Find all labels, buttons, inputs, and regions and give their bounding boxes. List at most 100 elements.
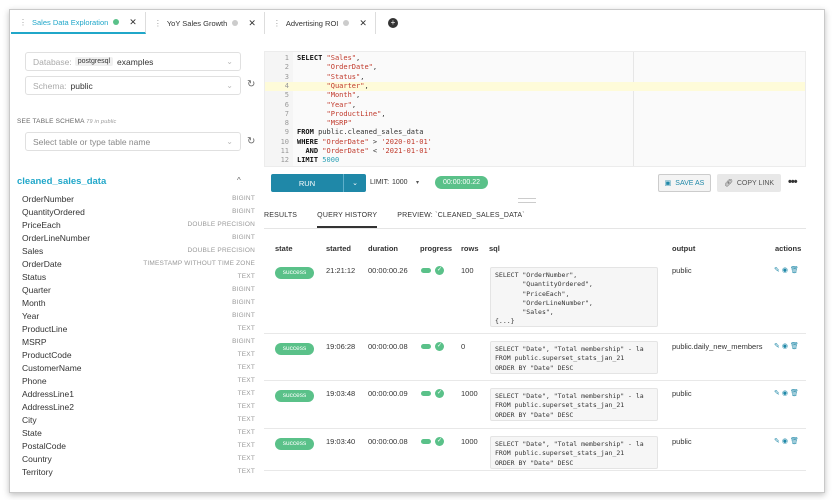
column-type: BIGINT	[232, 312, 255, 319]
progress-indicator: ✓	[421, 266, 444, 275]
code-token: ,	[356, 91, 361, 100]
code-token: WHERE	[297, 137, 323, 146]
column-name: Month	[22, 297, 46, 308]
sql-editor[interactable]: 1 SELECT "Sales", 2 "OrderDate", 3 "Status"…	[264, 51, 806, 167]
table-placeholder: Select table or type table name	[33, 136, 151, 147]
refresh-schema-icon[interactable]: ↻	[247, 79, 255, 90]
column-row: Month BIGINT	[17, 296, 255, 309]
chevron-down-icon: ⌄	[226, 81, 233, 90]
column-type: DOUBLE PRECISION	[187, 221, 255, 228]
edit-icon[interactable]: ✎	[774, 437, 780, 445]
header-state: state	[275, 244, 293, 253]
line-number: 2	[284, 63, 289, 72]
code-token: LIMIT	[297, 156, 323, 165]
open-icon[interactable]: ◉	[782, 266, 788, 274]
edit-icon[interactable]: ✎	[774, 266, 780, 274]
table-name[interactable]: cleaned_sales_data	[17, 176, 106, 187]
limit-dropdown-icon[interactable]: ▾	[416, 179, 419, 186]
open-icon[interactable]: ◉	[782, 342, 788, 350]
delete-icon[interactable]: 🗑︎	[790, 389, 799, 397]
column-name: OrderDate	[22, 258, 62, 269]
tab-query-history[interactable]: QUERY HISTORY	[317, 207, 378, 228]
close-icon[interactable]: ✕	[359, 18, 367, 29]
column-type: BIGINT	[232, 195, 255, 202]
link-icon: 🔗︎	[723, 180, 733, 187]
column-row: Quarter BIGINT	[17, 283, 255, 296]
code-token: AND	[305, 147, 323, 155]
chevron-down-icon[interactable]: ⌄	[344, 179, 366, 187]
database-engine-badge: postgresql	[74, 57, 114, 66]
edit-icon[interactable]: ✎	[774, 342, 780, 350]
progress-bar	[421, 344, 431, 349]
output-table[interactable]: public	[672, 266, 692, 275]
tab-preview[interactable]: PREVIEW: `CLEANED_SALES_DATA`	[397, 207, 525, 228]
sql-snippet[interactable]: SELECT "Date", "Total membership" - la F…	[490, 436, 658, 469]
save-as-button[interactable]: ▣ SAVE AS	[658, 174, 711, 192]
code-token: ,	[381, 109, 386, 118]
row-count: 1000	[461, 437, 478, 446]
started-time: 19:03:48	[326, 389, 356, 398]
query-tab-sales-data-exploration[interactable]: ⋮ Sales Data Exploration ✕	[11, 12, 146, 34]
tab-results[interactable]: RESULTS	[264, 207, 297, 228]
row-actions: ✎ ◉ 🗑︎	[774, 437, 799, 445]
code-line: 3 "Status",	[265, 73, 805, 82]
output-table[interactable]: public	[672, 437, 692, 446]
code-token: ,	[372, 63, 378, 72]
column-name: PriceEach	[22, 219, 61, 230]
table-select[interactable]: Select table or type table name ⌄	[25, 132, 241, 151]
header-output: output	[672, 244, 696, 253]
row-actions: ✎ ◉ 🗑︎	[774, 342, 799, 350]
schema-select[interactable]: Schema: public ⌄	[25, 76, 241, 95]
limit-value[interactable]: 1000	[392, 179, 408, 186]
sql-snippet[interactable]: SELECT "OrderNumber", "QuantityOrdered",…	[490, 267, 658, 327]
close-icon[interactable]: ✕	[248, 18, 256, 29]
code-token: "OrderDate"	[322, 137, 369, 146]
line-number: 1	[284, 54, 289, 62]
run-button[interactable]: RUN ⌄	[271, 174, 366, 192]
duration: 00:00:00.08	[368, 342, 408, 351]
save-icon: ▣	[664, 180, 672, 187]
sql-snippet[interactable]: SELECT "Date", "Total membership" - la F…	[490, 388, 658, 421]
code-token: public.cleaned_sales_data	[318, 128, 424, 137]
status-badge: success	[275, 438, 314, 450]
code-token: 5000	[322, 156, 340, 165]
close-icon[interactable]: ✕	[129, 17, 137, 28]
code-line: 11 AND "OrderDate" < '2021-01-01'	[265, 147, 805, 156]
column-row: PriceEach DOUBLE PRECISION	[17, 218, 255, 231]
column-row: OrderNumber BIGINT	[17, 192, 255, 205]
drag-handle-icon[interactable]: ⋮	[154, 19, 162, 28]
refresh-tables-icon[interactable]: ↻	[247, 136, 255, 147]
add-tab-icon[interactable]: +	[387, 18, 398, 28]
progress-bar	[421, 439, 431, 444]
line-number: 3	[284, 72, 289, 81]
column-type: BIGINT	[232, 299, 255, 306]
line-number: 12	[280, 156, 289, 165]
drag-handle-icon[interactable]: ⋮	[273, 19, 281, 28]
drag-handle-icon[interactable]: ⋮	[19, 18, 27, 27]
open-icon[interactable]: ◉	[782, 437, 788, 445]
column-type: TIMESTAMP WITHOUT TIME ZONE	[143, 260, 255, 267]
delete-icon[interactable]: 🗑︎	[790, 342, 799, 350]
edit-icon[interactable]: ✎	[774, 389, 780, 397]
check-icon: ✓	[435, 342, 444, 351]
database-select[interactable]: Database: postgresql examples ⌄	[25, 52, 241, 71]
row-count: 0	[461, 342, 466, 351]
resize-handle[interactable]	[518, 198, 536, 203]
line-number: 4	[284, 81, 289, 90]
output-table[interactable]: public	[672, 389, 692, 398]
delete-icon[interactable]: 🗑︎	[790, 266, 799, 274]
column-row: AddressLine2 TEXT	[17, 400, 255, 413]
sql-snippet[interactable]: SELECT "Date", "Total membership" - la F…	[490, 341, 658, 374]
more-options-icon[interactable]: •••	[788, 176, 798, 188]
started-time: 21:21:12	[326, 266, 356, 275]
query-tab-yoy-sales-growth[interactable]: ⋮ YoY Sales Growth ✕	[146, 12, 265, 34]
collapse-icon[interactable]: ^	[237, 176, 241, 185]
chevron-down-icon: ⌄	[226, 137, 233, 146]
delete-icon[interactable]: 🗑︎	[790, 437, 799, 445]
status-badge: success	[275, 390, 314, 402]
output-table[interactable]: public.daily_new_members	[672, 342, 762, 351]
open-icon[interactable]: ◉	[782, 389, 788, 397]
copy-link-button[interactable]: 🔗︎ COPY LINK	[717, 174, 781, 192]
query-tab-advertising-roi[interactable]: ⋮ Advertising ROI ✕	[265, 12, 376, 34]
copy-link-label: COPY LINK	[736, 179, 775, 187]
